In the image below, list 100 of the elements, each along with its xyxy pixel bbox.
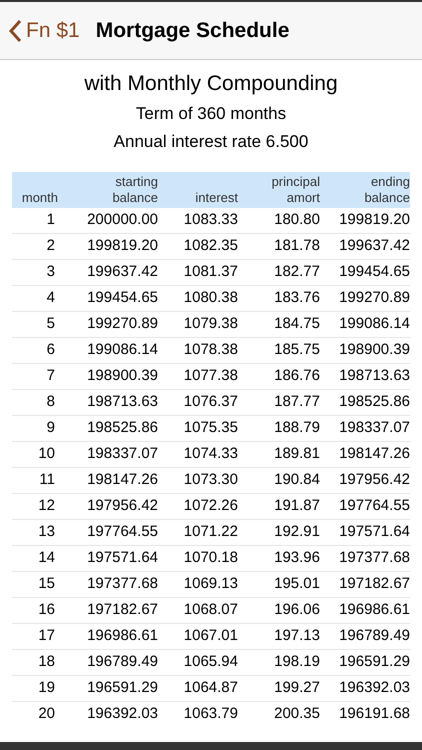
table-cell-text: 196392.03	[86, 704, 158, 724]
table-cell-text: 9	[46, 418, 56, 438]
table-cell-text: 184.75	[273, 314, 320, 334]
table-cell-text: 200.35	[273, 704, 320, 724]
table-cell-text: 12	[37, 496, 56, 516]
table-cell-text: 181.78	[273, 236, 320, 256]
table-cell-text: 199454.65	[338, 262, 410, 282]
info-text: Term of 360 months	[136, 103, 286, 125]
table-cell-text: 197182.67	[338, 574, 410, 594]
column-header: interest	[195, 190, 238, 206]
table-cell-text: 1067.01	[182, 626, 238, 646]
table-cell-text: 16	[37, 600, 56, 620]
table-cell-text: 199086.14	[338, 314, 410, 334]
table-cell-text: 197.13	[273, 626, 320, 646]
table-cell-text: 1064.87	[182, 678, 238, 698]
table-cell-text: 1	[46, 210, 56, 230]
table-cell-text: 199270.89	[86, 314, 158, 334]
table-cell-text: 1083.33	[182, 210, 238, 230]
table-cell-text: 197764.55	[338, 496, 410, 516]
table-cell-text: 195.01	[273, 574, 320, 594]
table-cell-text: 197764.55	[86, 522, 158, 542]
table-cell-text: 198900.39	[86, 366, 158, 386]
table-cell-text: 198525.86	[86, 418, 158, 438]
table-cell-text: 196986.61	[338, 600, 410, 620]
table-cell-text: 199.27	[273, 678, 320, 698]
table-cell-text: 1069.13	[182, 574, 238, 594]
chevron-left-icon	[8, 18, 22, 42]
table-cell-text: 196789.49	[86, 652, 158, 672]
table-cell-text: 182.77	[273, 262, 320, 282]
table-cell-text: 200000.00	[86, 210, 158, 230]
column-header: starting balance	[112, 174, 158, 206]
table-cell-text: 190.84	[273, 470, 320, 490]
table-cell-text: 186.76	[273, 366, 320, 386]
table-cell-text: 1079.38	[182, 314, 238, 334]
table-cell-text: 1063.79	[182, 704, 238, 724]
table-cell-text: 180.80	[273, 210, 320, 230]
table-cell-text: 1073.30	[182, 470, 238, 490]
table-cell-text: 196986.61	[86, 626, 158, 646]
table-cell-text: 196591.29	[338, 652, 410, 672]
table-cell-text: 5	[46, 314, 56, 334]
table-cell-text: 1075.35	[182, 418, 238, 438]
table-cell-text: 15	[37, 574, 56, 594]
info-text: Annual interest rate 6.500	[114, 131, 308, 153]
table-cell-text: 197956.42	[86, 496, 158, 516]
table-cell-text: 10	[37, 444, 56, 464]
table-cell-text: 198337.07	[338, 418, 410, 438]
table-cell-text: 183.76	[273, 288, 320, 308]
table-cell-text: 198147.26	[338, 444, 410, 464]
screen-title: Mortgage Schedule	[96, 18, 290, 44]
table-cell-text: 18	[37, 652, 56, 672]
table-cell-text: 13	[37, 522, 56, 542]
table-cell-text: 197571.64	[86, 548, 158, 568]
table-cell-text: 7	[46, 366, 56, 386]
table-cell-text: 198337.07	[86, 444, 158, 464]
table-cell-text: 199270.89	[338, 288, 410, 308]
table-cell-text: 196392.03	[338, 678, 410, 698]
table-cell-text: 1068.07	[182, 600, 238, 620]
table-cell-text: 197571.64	[338, 522, 410, 542]
table-cell-text: 11	[38, 470, 56, 490]
table-cell-text: 199819.20	[338, 210, 410, 230]
table-cell-text: 187.77	[273, 392, 320, 412]
table-cell-text: 185.75	[273, 340, 320, 360]
table-cell-text: 196191.68	[338, 704, 410, 724]
table-cell-text: 199819.20	[86, 236, 158, 256]
subtitle: with Monthly Compounding	[84, 71, 338, 97]
column-header: month	[22, 190, 58, 206]
table-cell-text: 198713.63	[338, 366, 410, 386]
table-cell-text: 199637.42	[86, 262, 158, 282]
table-cell-text: 196591.29	[86, 678, 158, 698]
table-cell-text: 199637.42	[338, 236, 410, 256]
table-cell-text: 198713.63	[86, 392, 158, 412]
table-cell-text: 8	[46, 392, 56, 412]
table-cell-text: 198147.26	[86, 470, 158, 490]
table-cell-text: 6	[46, 340, 56, 360]
table-cell-text: 192.91	[273, 522, 320, 542]
table-cell-text: 198900.39	[338, 340, 410, 360]
table-cell-text: 197956.42	[338, 470, 410, 490]
table-cell-text: 14	[37, 548, 56, 568]
back-button[interactable]: Fn $1	[8, 14, 80, 46]
table-cell-text: 17	[37, 626, 56, 646]
table-cell-text: 1082.35	[182, 236, 238, 256]
table-cell-text: 197377.68	[86, 574, 158, 594]
table-cell-text: 19	[37, 678, 56, 698]
table-cell-text: 197182.67	[86, 600, 158, 620]
table-cell-text: 197377.68	[338, 548, 410, 568]
column-header: principal amort	[272, 174, 320, 206]
column-header: ending balance	[364, 174, 410, 206]
table-cell-text: 1076.37	[182, 392, 238, 412]
table-cell-text: 193.96	[273, 548, 320, 568]
table-cell-text: 196789.49	[338, 626, 410, 646]
table-cell-text: 198.19	[273, 652, 320, 672]
table-cell-text: 189.81	[273, 444, 320, 464]
table-cell-text: 3	[46, 262, 56, 282]
table-cell-text: 2	[46, 236, 56, 256]
table-cell-text: 1077.38	[182, 366, 238, 386]
table-cell-text: 1072.26	[182, 496, 238, 516]
table-cell-text: 1071.22	[182, 522, 238, 542]
table-cell-text: 1081.37	[182, 262, 238, 282]
table-cell-text: 196.06	[273, 600, 320, 620]
table-cell-text: 198525.86	[338, 392, 410, 412]
